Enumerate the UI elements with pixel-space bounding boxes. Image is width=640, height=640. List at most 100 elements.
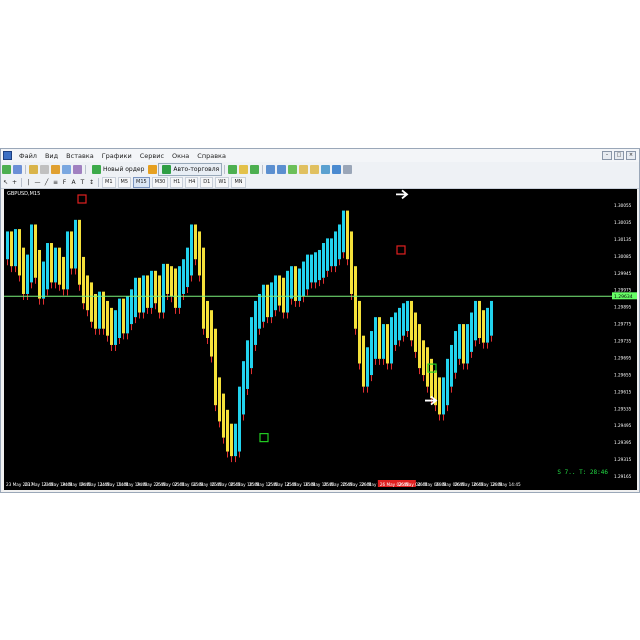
- chart-canvas[interactable]: 23 May 201723 May 13:4523 May 19:4524 Ma…: [4, 189, 612, 490]
- templates-icon[interactable]: [343, 165, 353, 174]
- periods-icon[interactable]: [332, 165, 342, 174]
- price-bar: [162, 263, 165, 313]
- arrow-right-icon: [396, 189, 409, 200]
- price-bar: [50, 243, 53, 283]
- channel-icon[interactable]: ≡: [51, 179, 60, 186]
- timeframe-mn[interactable]: MN: [231, 177, 246, 188]
- y-tick-label: 1.29615: [614, 389, 632, 394]
- price-bar: [278, 275, 281, 306]
- tile-windows-icon[interactable]: [288, 165, 298, 174]
- indicators-icon[interactable]: [321, 165, 331, 174]
- timeframe-d1[interactable]: D1: [200, 177, 214, 188]
- price-bar: [446, 358, 449, 406]
- timeframe-m5[interactable]: M5: [117, 177, 131, 188]
- menu-file[interactable]: Файл: [15, 152, 41, 160]
- terminal-icon[interactable]: [62, 165, 71, 174]
- new-chart-icon[interactable]: [2, 165, 11, 174]
- timeframe-m15[interactable]: M15: [133, 177, 150, 188]
- autotrading-label: Авто-торговля: [173, 166, 220, 173]
- price-bar: [110, 307, 113, 345]
- price-bar: [342, 210, 345, 253]
- crosshair-icon[interactable]: +: [10, 179, 19, 186]
- candles-icon[interactable]: [239, 165, 249, 174]
- square-marker-icon: [77, 194, 87, 204]
- minimize-button[interactable]: –: [602, 151, 612, 160]
- autotrading-button[interactable]: Авто-торговля: [158, 163, 223, 176]
- price-bar: [234, 423, 237, 457]
- price-bar: [442, 377, 445, 415]
- vertical-line-icon[interactable]: |: [24, 179, 33, 186]
- toolbar-separator: [21, 178, 22, 187]
- timeframe-h1[interactable]: H1: [170, 177, 184, 188]
- menu-insert[interactable]: Вставка: [62, 152, 98, 160]
- price-bar: [306, 254, 309, 290]
- y-tick-label: 1.29945: [614, 271, 632, 276]
- label-icon[interactable]: T: [78, 179, 87, 186]
- menu-window[interactable]: Окна: [168, 152, 193, 160]
- timeframe-h4[interactable]: H4: [185, 177, 199, 188]
- menu-charts[interactable]: Графики: [98, 152, 136, 160]
- price-bar: [326, 238, 329, 271]
- price-scale[interactable]: 1.30055 1.30035 1.30135 1.30085 1.29945 1.299…: [612, 189, 637, 490]
- horizontal-line-icon[interactable]: —: [33, 179, 42, 186]
- new-order-button[interactable]: Новый ордер: [88, 163, 147, 176]
- line-chart-icon[interactable]: [250, 165, 260, 174]
- price-bar: [322, 243, 325, 278]
- price-chart[interactable]: 23 May 2017 23 May 13:45 23 May 19:45 24 Ma…: [4, 189, 612, 490]
- x-tick-label: 26 May 14:45: [492, 482, 521, 487]
- maximize-button[interactable]: □: [614, 151, 624, 160]
- square-marker-icon: [396, 245, 406, 255]
- price-bar: [486, 307, 489, 343]
- price-bar: [134, 277, 137, 318]
- price-bar: [390, 317, 393, 364]
- price-bar: [394, 312, 397, 345]
- close-button[interactable]: ×: [626, 151, 636, 160]
- timeframe-w1[interactable]: W1: [215, 177, 230, 188]
- navigator-icon[interactable]: [51, 165, 60, 174]
- text-icon[interactable]: A: [69, 179, 78, 186]
- candle-timer: S 7.. T: 28:46: [557, 469, 608, 476]
- price-bar: [410, 300, 413, 341]
- price-bar: [22, 247, 25, 294]
- price-bar: [318, 249, 321, 281]
- price-bar: [54, 247, 57, 283]
- price-bar: [154, 270, 157, 304]
- price-bar: [166, 263, 169, 294]
- trendline-icon[interactable]: ╱: [42, 179, 51, 186]
- chart-shift-icon[interactable]: [299, 165, 309, 174]
- y-tick-label: 1.29975: [614, 288, 632, 293]
- toolbar-separator: [98, 178, 99, 187]
- price-bar: [118, 298, 121, 338]
- profiles-icon[interactable]: [13, 165, 22, 174]
- menu-help[interactable]: Справка: [193, 152, 230, 160]
- price-bar: [18, 229, 21, 276]
- zoom-out-icon[interactable]: [277, 165, 287, 174]
- timeframe-m30[interactable]: M30: [151, 177, 169, 188]
- data-window-icon[interactable]: [40, 165, 49, 174]
- price-bar: [6, 231, 9, 260]
- tester-icon[interactable]: [73, 165, 82, 174]
- timeframe-m1[interactable]: M1: [102, 177, 116, 188]
- price-bar: [450, 344, 453, 387]
- cursor-icon[interactable]: ↖: [1, 179, 10, 186]
- metaeditor-icon[interactable]: [148, 165, 158, 174]
- price-bar: [246, 340, 249, 389]
- price-bar: [350, 231, 353, 294]
- price-bar: [354, 266, 357, 329]
- price-bar: [466, 324, 469, 364]
- price-bar: [302, 261, 305, 297]
- fibonacci-icon[interactable]: F: [60, 179, 69, 186]
- arrows-icon[interactable]: ↕: [87, 179, 96, 186]
- market-watch-icon[interactable]: [29, 165, 38, 174]
- menu-view[interactable]: Вид: [41, 152, 62, 160]
- menu-bar: Файл Вид Вставка Графики Сервис Окна Спр…: [1, 149, 639, 162]
- price-bar: [66, 231, 69, 290]
- bar-chart-icon[interactable]: [228, 165, 238, 174]
- menu-tools[interactable]: Сервис: [136, 152, 168, 160]
- zoom-in-icon[interactable]: [266, 165, 276, 174]
- autoscroll-icon[interactable]: [310, 165, 320, 174]
- price-bar: [482, 310, 485, 343]
- price-bar: [218, 377, 221, 422]
- drawing-toolbar: ↖ + | — ╱ ≡ F A T ↕ M1 M5 M15 M30 H1 H4 …: [1, 177, 639, 189]
- price-bar: [202, 247, 205, 329]
